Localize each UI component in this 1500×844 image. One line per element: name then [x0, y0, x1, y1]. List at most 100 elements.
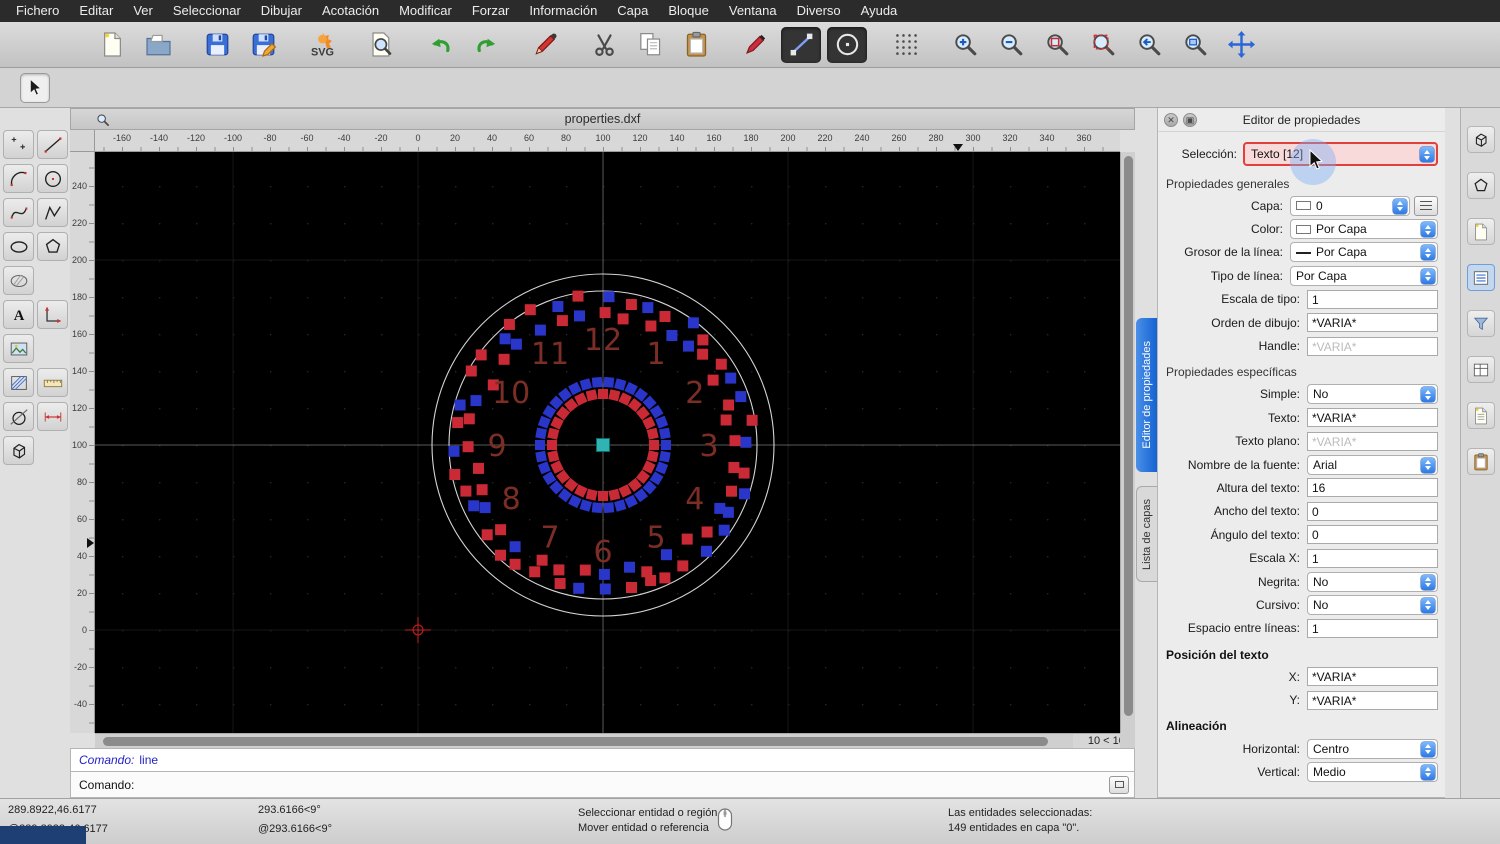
- tab-layer-list[interactable]: Lista de capas: [1136, 486, 1157, 582]
- negrita-combobox[interactable]: No: [1307, 572, 1438, 592]
- stepper-icon[interactable]: [1421, 575, 1435, 590]
- select-tool-button[interactable]: [20, 73, 50, 103]
- dock-clipboard-button[interactable]: [1467, 448, 1495, 475]
- menu-informaci-n[interactable]: Información: [519, 0, 607, 22]
- menu-seleccionar[interactable]: Seleccionar: [163, 0, 251, 22]
- stepper-icon[interactable]: [1421, 245, 1435, 260]
- tool-text-button[interactable]: A: [3, 300, 34, 329]
- paste-button[interactable]: [676, 27, 716, 63]
- snap-grid-button[interactable]: [886, 27, 926, 63]
- pen-settings-button[interactable]: [735, 27, 775, 63]
- ngulo-del-texto-field[interactable]: 0: [1307, 525, 1438, 544]
- pen-edit-button[interactable]: [525, 27, 565, 63]
- tipo-de-l-nea-combobox[interactable]: Por Capa: [1290, 266, 1438, 286]
- menu-capa[interactable]: Capa: [607, 0, 658, 22]
- horizontal-scrollbar-thumb[interactable]: [103, 737, 1048, 746]
- tool-dim-corner-button[interactable]: [37, 300, 68, 329]
- tool-cube-button[interactable]: [3, 436, 34, 465]
- dock-blocks-button[interactable]: [1467, 172, 1495, 199]
- stepper-icon[interactable]: [1420, 147, 1434, 162]
- selection-combobox[interactable]: Texto [12]: [1243, 142, 1438, 166]
- tool-ellipse-button[interactable]: [3, 232, 34, 261]
- orden-de-dibujo-field[interactable]: *VARIA*: [1307, 313, 1438, 332]
- tool-image-button[interactable]: [3, 334, 34, 363]
- stepper-icon[interactable]: [1421, 458, 1435, 473]
- horizontal-combobox[interactable]: Centro: [1307, 739, 1438, 759]
- stepper-icon[interactable]: [1421, 269, 1435, 284]
- stepper-icon[interactable]: [1421, 222, 1435, 237]
- cad-drawing[interactable]: 121234567891011: [95, 152, 1120, 733]
- stepper-icon[interactable]: [1421, 387, 1435, 402]
- cut-button[interactable]: [584, 27, 624, 63]
- capa-combobox[interactable]: 0: [1290, 196, 1410, 216]
- menu-ver[interactable]: Ver: [123, 0, 163, 22]
- menu-editar[interactable]: Editar: [69, 0, 123, 22]
- redo-button[interactable]: [466, 27, 506, 63]
- tool-polyline-button[interactable]: [37, 198, 68, 227]
- zoom-selected-button[interactable]: [1083, 27, 1123, 63]
- stepper-icon[interactable]: [1421, 742, 1435, 757]
- menu-modificar[interactable]: Modificar: [389, 0, 462, 22]
- cursivo-combobox[interactable]: No: [1307, 595, 1438, 615]
- stepper-icon[interactable]: [1421, 598, 1435, 613]
- save-as-button[interactable]: [243, 27, 283, 63]
- tool-spline-button[interactable]: [3, 198, 34, 227]
- zoom-window-button[interactable]: [1175, 27, 1215, 63]
- menu-dibujar[interactable]: Dibujar: [251, 0, 312, 22]
- vertical-scrollbar-thumb[interactable]: [1124, 156, 1133, 716]
- undo-button[interactable]: [420, 27, 460, 63]
- open-file-button[interactable]: [138, 27, 178, 63]
- tool-measure-button[interactable]: [37, 368, 68, 397]
- tool-hatch-button[interactable]: [3, 368, 34, 397]
- view-previous-button[interactable]: [1129, 27, 1169, 63]
- dock-layers-button[interactable]: [1467, 356, 1495, 383]
- menu-bloque[interactable]: Bloque: [658, 0, 718, 22]
- simple-combobox[interactable]: No: [1307, 384, 1438, 404]
- dock-document-button[interactable]: [1467, 218, 1495, 245]
- tool-hatch-ellipse-button[interactable]: [3, 266, 34, 295]
- texto-field[interactable]: *VARIA*: [1307, 408, 1438, 427]
- close-icon[interactable]: ✕: [1164, 113, 1178, 127]
- new-document-button[interactable]: [92, 27, 132, 63]
- ancho-del-texto-field[interactable]: 0: [1307, 502, 1438, 521]
- tool-circle-button[interactable]: [37, 164, 68, 193]
- export-svg-button[interactable]: SVG: [302, 27, 342, 63]
- tool-tangent-button[interactable]: [3, 402, 34, 431]
- command-input[interactable]: [140, 775, 1109, 794]
- pan-button[interactable]: [1221, 27, 1261, 63]
- tool-polygon-button[interactable]: [37, 232, 68, 261]
- copy-button[interactable]: [630, 27, 670, 63]
- menu-diverso[interactable]: Diverso: [787, 0, 851, 22]
- vertical-scrollbar[interactable]: [1120, 152, 1135, 733]
- dock-library-button[interactable]: [1467, 126, 1495, 153]
- zoom-auto-button[interactable]: [1037, 27, 1077, 63]
- menu-ayuda[interactable]: Ayuda: [851, 0, 908, 22]
- y-field[interactable]: *VARIA*: [1307, 691, 1438, 710]
- nombre-de-la-fuente-combobox[interactable]: Arial: [1307, 455, 1438, 475]
- menu-ventana[interactable]: Ventana: [719, 0, 787, 22]
- escala-x-field[interactable]: 1: [1307, 549, 1438, 568]
- save-button[interactable]: [197, 27, 237, 63]
- tool-line-button[interactable]: [37, 130, 68, 159]
- tool-points-button[interactable]: [3, 130, 34, 159]
- drawing-canvas[interactable]: 121234567891011: [95, 152, 1120, 733]
- print-preview-button[interactable]: [361, 27, 401, 63]
- dock-command-button[interactable]: [1467, 402, 1495, 429]
- vertical-combobox[interactable]: Medio: [1307, 762, 1438, 782]
- menu-acotaci-n[interactable]: Acotación: [312, 0, 389, 22]
- dock-properties-button[interactable]: [1467, 264, 1495, 291]
- tool-arc-button[interactable]: [3, 164, 34, 193]
- espacio-entre-l-neas-field[interactable]: 1: [1307, 619, 1438, 638]
- menu-forzar[interactable]: Forzar: [462, 0, 520, 22]
- dock-filter-button[interactable]: [1467, 310, 1495, 337]
- stepper-icon[interactable]: [1393, 199, 1407, 214]
- stepper-icon[interactable]: [1421, 765, 1435, 780]
- line-tool-button[interactable]: [781, 27, 821, 63]
- command-options-button[interactable]: [1109, 776, 1129, 794]
- horizontal-scrollbar[interactable]: [95, 733, 1073, 748]
- tool-dim-red-button[interactable]: [37, 402, 68, 431]
- altura-del-texto-field[interactable]: 16: [1307, 478, 1438, 497]
- tab-property-editor[interactable]: Editor de propiedades: [1136, 318, 1157, 472]
- menu-fichero[interactable]: Fichero: [6, 0, 69, 22]
- escala-de-tipo-field[interactable]: 1: [1307, 290, 1438, 309]
